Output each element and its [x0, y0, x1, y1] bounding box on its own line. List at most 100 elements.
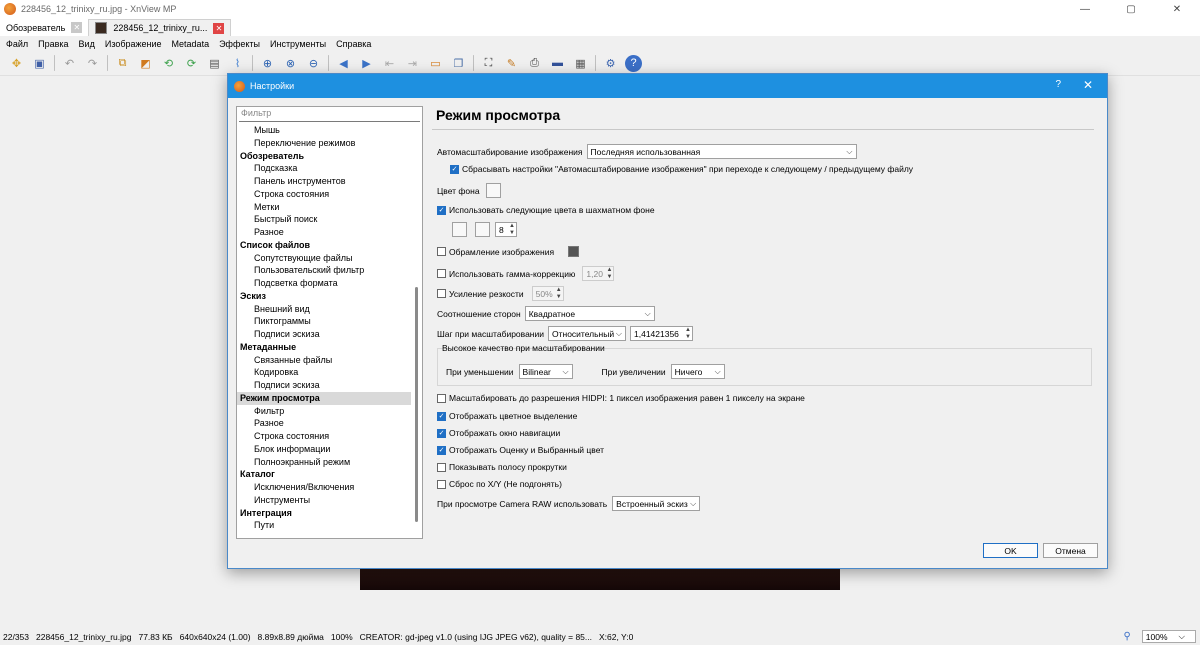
zoom-in-icon[interactable]: ⊕	[259, 55, 276, 72]
tree-item[interactable]: Блок информации	[237, 443, 411, 456]
reset-autoscale-checkbox[interactable]: ✓	[450, 164, 459, 174]
tree-item[interactable]: Фильтр	[237, 405, 411, 418]
close-tab-icon[interactable]: ✕	[71, 22, 83, 33]
zoomstep-mode-select[interactable]: Относительный ⌵	[548, 326, 626, 341]
redo-icon[interactable]: ↷	[84, 55, 101, 72]
zoomstep-spinner[interactable]: 1,41421356 ▲ ▼	[630, 326, 693, 341]
chart-icon[interactable]: ⌇	[229, 55, 246, 72]
tree-group-selected[interactable]: Режим просмотра	[237, 391, 411, 405]
tree-group[interactable]: Список файлов	[237, 239, 411, 252]
menu-metadata[interactable]: Metadata	[172, 39, 210, 49]
first-icon[interactable]: ⇤	[381, 55, 398, 72]
scrollbar-thumb[interactable]	[415, 287, 418, 522]
tab-browser[interactable]: Обозреватель ✕	[0, 19, 88, 36]
spinner-arrows-icon[interactable]: ▲ ▼	[509, 223, 515, 236]
tree-item[interactable]: Внешний вид	[237, 303, 411, 316]
menu-edit[interactable]: Правка	[38, 39, 68, 49]
menu-image[interactable]: Изображение	[105, 39, 162, 49]
tree-item[interactable]: Разное	[237, 226, 411, 239]
gamma-checkbox[interactable]	[437, 269, 446, 278]
maximize-button[interactable]: ▢	[1108, 0, 1154, 18]
close-button[interactable]: ✕	[1154, 0, 1200, 18]
tree-item[interactable]: Строка состояния	[237, 430, 411, 443]
tree-item[interactable]: Полноэкранный режим	[237, 456, 411, 469]
sharpen-checkbox[interactable]	[437, 289, 446, 298]
tree-item[interactable]: Метки	[237, 201, 411, 214]
tree-item[interactable]: Кодировка	[237, 366, 411, 379]
minimize-button[interactable]: —	[1062, 0, 1108, 18]
raw-select[interactable]: Встроенный эскиз ⌵	[612, 496, 701, 511]
resetxy-checkbox[interactable]	[437, 479, 446, 489]
fullscreen-icon[interactable]: ⛶	[480, 55, 497, 72]
tree-item[interactable]: Подписи эскиза	[237, 379, 411, 392]
menu-view[interactable]: Вид	[79, 39, 95, 49]
tree-item[interactable]: Подсветка формата	[237, 277, 411, 290]
rating-checkbox[interactable]: ✓	[437, 445, 446, 455]
ok-button[interactable]: OK	[983, 543, 1038, 558]
aspect-select[interactable]: Квадратное ⌵	[524, 306, 655, 321]
rotate-right-icon[interactable]: ⟳	[183, 55, 200, 72]
spinner-arrows-icon[interactable]: ▲ ▼	[606, 267, 612, 280]
print-icon[interactable]: ⎙	[526, 55, 543, 72]
tree-item[interactable]: Пользовательский фильтр	[237, 264, 411, 277]
checker-color2-swatch[interactable]	[475, 222, 490, 237]
checker-color1-swatch[interactable]	[452, 222, 467, 237]
dialog-close-button[interactable]: ✕	[1083, 78, 1093, 92]
resize-icon[interactable]: ◩	[137, 55, 154, 72]
tree-item[interactable]: Связанные файлы	[237, 354, 411, 367]
tree-item[interactable]: Разное	[237, 417, 411, 430]
tree-scrollbar[interactable]	[413, 127, 421, 538]
zoom-out-icon[interactable]: ⊖	[305, 55, 322, 72]
menu-effects[interactable]: Эффекты	[219, 39, 260, 49]
filter-input[interactable]: Фильтр	[239, 107, 420, 122]
hq-down-select[interactable]: Bilinear ⌵	[518, 364, 573, 379]
adjust-icon[interactable]: ▤	[206, 55, 223, 72]
scanner-icon[interactable]: ▬	[549, 55, 566, 72]
tree-group[interactable]: Метаданные	[237, 341, 411, 354]
tree-item[interactable]: Панель инструментов	[237, 175, 411, 188]
menu-file[interactable]: Файл	[6, 39, 28, 49]
tree-group[interactable]: Эскиз	[237, 290, 411, 303]
crop-icon[interactable]: ⧉	[114, 55, 131, 72]
save-icon[interactable]: ▣	[31, 55, 48, 72]
last-icon[interactable]: ⇥	[404, 55, 421, 72]
tree-group[interactable]: Интеграция	[237, 507, 411, 520]
device-icon[interactable]: ▦	[572, 55, 589, 72]
tree-item[interactable]: Исключения/Включения	[237, 481, 411, 494]
close-tab-icon[interactable]: ✕	[213, 22, 225, 34]
help-icon[interactable]: ?	[625, 54, 642, 72]
tree-item[interactable]: Строка состояния	[237, 188, 411, 201]
cancel-button[interactable]: Отмена	[1043, 543, 1098, 558]
spinner-arrows-icon[interactable]: ▲ ▼	[685, 327, 691, 340]
undo-icon[interactable]: ↶	[61, 55, 78, 72]
sharpen-spinner[interactable]: 50% ▲ ▼	[531, 286, 564, 301]
hq-up-select[interactable]: Ничего ⌵	[670, 364, 725, 379]
frame-color-swatch[interactable]	[568, 246, 580, 257]
autoscale-select[interactable]: Последняя использованная ⌵	[586, 144, 857, 159]
tree-item[interactable]: Пиктограммы	[237, 315, 411, 328]
checker-checkbox[interactable]: ✓	[437, 205, 446, 215]
browse-icon[interactable]: ✥	[8, 55, 25, 72]
rotate-left-icon[interactable]: ⟲	[160, 55, 177, 72]
scrollbar-checkbox[interactable]	[437, 462, 446, 472]
tree-item[interactable]: Пути	[237, 519, 411, 532]
tree-item[interactable]: Мышь	[237, 124, 411, 137]
zoom-fit-icon[interactable]: ⊗	[282, 55, 299, 72]
gamma-spinner[interactable]: 1,20 ▲ ▼	[582, 266, 615, 281]
dialog-help-button[interactable]: ?	[1055, 79, 1061, 90]
spinner-arrows-icon[interactable]: ▲ ▼	[556, 287, 562, 300]
frame-checkbox[interactable]	[437, 247, 446, 256]
tree-group[interactable]: Обозреватель	[237, 150, 411, 163]
zoom-select[interactable]: 100% ⌵	[1141, 630, 1196, 643]
prev-icon[interactable]: ◀	[335, 55, 352, 72]
tree-item[interactable]: Подписи эскиза	[237, 328, 411, 341]
checker-size-spinner[interactable]: 8 ▲ ▼	[495, 222, 517, 237]
menu-tools[interactable]: Инструменты	[270, 39, 326, 49]
pencil-icon[interactable]: ✎	[503, 55, 520, 72]
copy-icon[interactable]: ❐	[450, 55, 467, 72]
colorsel-checkbox[interactable]: ✓	[437, 411, 446, 421]
tree-group[interactable]: Каталог	[237, 468, 411, 481]
hidpi-checkbox[interactable]	[437, 393, 446, 403]
tree-item[interactable]: Подсказка	[237, 162, 411, 175]
bg-color-swatch[interactable]	[485, 183, 501, 198]
